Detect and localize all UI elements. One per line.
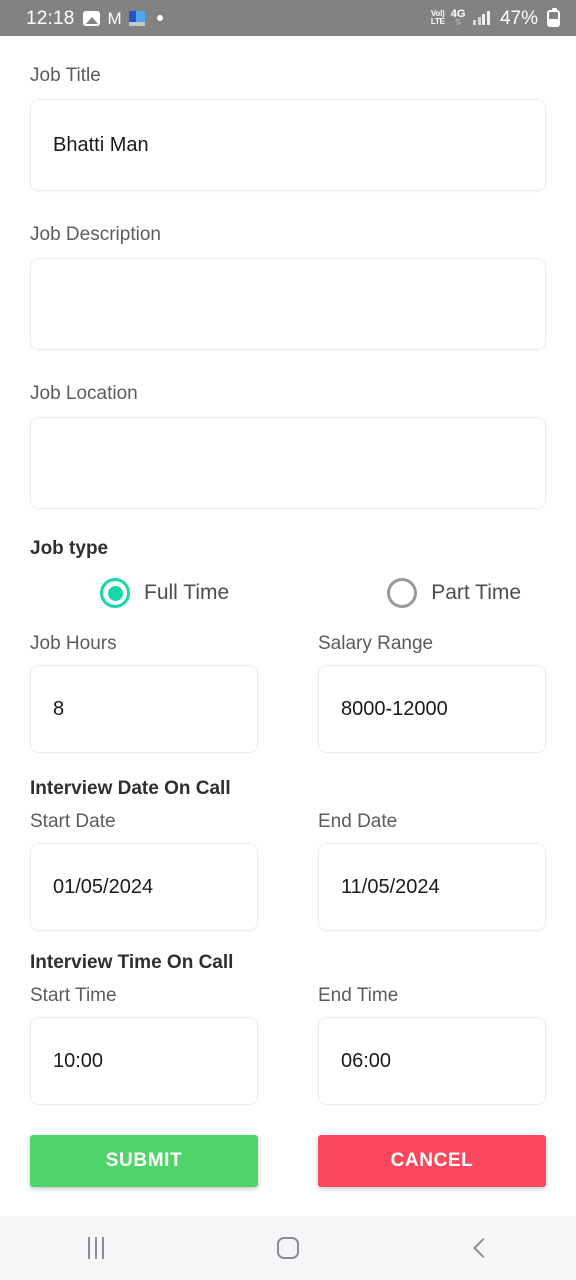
end-time-label: End Time bbox=[318, 985, 399, 1006]
job-type-radio-group: Full Time Part Time bbox=[30, 578, 546, 608]
interview-time-heading: Interview Time On Call bbox=[30, 952, 234, 973]
action-buttons: SUBMIT CANCEL bbox=[30, 1135, 546, 1187]
hours-salary-row: Job Hours 8 Salary Range 8000-12000 bbox=[30, 634, 546, 753]
start-time-input[interactable]: 10:00 bbox=[30, 1017, 258, 1105]
radio-part-time-icon[interactable] bbox=[387, 578, 418, 608]
battery-icon bbox=[547, 7, 560, 27]
job-hours-input[interactable]: 8 bbox=[30, 665, 258, 753]
nav-back-button[interactable] bbox=[384, 1216, 576, 1280]
status-bar-left: 12:18 M bbox=[26, 9, 431, 28]
android-nav-bar bbox=[0, 1216, 576, 1280]
radio-full-time-icon[interactable] bbox=[100, 578, 130, 608]
salary-range-input[interactable]: 8000-12000 bbox=[318, 665, 546, 753]
job-hours-label: Job Hours bbox=[30, 633, 117, 654]
photos-icon bbox=[82, 10, 100, 26]
job-description-label: Job Description bbox=[30, 224, 161, 245]
app-badge-icon bbox=[128, 10, 145, 26]
job-title-group: Job Title Bhatti Man bbox=[30, 66, 546, 191]
interview-date-row: Start Date 01/05/2024 End Date 11/05/202… bbox=[30, 812, 546, 931]
job-hours-group: Job Hours 8 bbox=[30, 634, 258, 753]
interview-date-section: Interview Date On Call Start Date 01/05/… bbox=[30, 779, 546, 931]
end-date-label: End Date bbox=[318, 811, 398, 832]
battery-percent: 47% bbox=[499, 7, 538, 29]
salary-range-group: Salary Range 8000-12000 bbox=[318, 634, 546, 753]
job-location-input[interactable] bbox=[30, 417, 546, 509]
start-date-label: Start Date bbox=[30, 811, 116, 832]
gmail-icon: M bbox=[107, 8, 122, 28]
recents-icon bbox=[88, 1237, 104, 1259]
interview-date-heading: Interview Date On Call bbox=[30, 778, 231, 799]
home-icon bbox=[277, 1237, 299, 1259]
start-time-group: Start Time 10:00 bbox=[30, 986, 258, 1105]
data-arrows-icon: ⇅ bbox=[454, 18, 462, 27]
cancel-button[interactable]: CANCEL bbox=[318, 1135, 546, 1187]
volte-bottom: LTE bbox=[430, 17, 445, 26]
job-location-label: Job Location bbox=[30, 383, 138, 404]
job-title-label: Job Title bbox=[30, 65, 101, 86]
end-date-input[interactable]: 11/05/2024 bbox=[318, 843, 546, 931]
end-date-group: End Date 11/05/2024 bbox=[318, 812, 546, 931]
job-type-group: Job type Full Time Part Time bbox=[30, 539, 546, 608]
form-sheet: Job Title Bhatti Man Job Description Job… bbox=[0, 36, 576, 1216]
job-description-group: Job Description bbox=[30, 225, 546, 350]
job-title-input[interactable]: Bhatti Man bbox=[30, 99, 546, 191]
job-type-label: Job type bbox=[30, 538, 109, 559]
nav-recents-button[interactable] bbox=[0, 1216, 192, 1280]
interview-time-row: Start Time 10:00 End Time 06:00 bbox=[30, 986, 546, 1105]
dot-icon bbox=[156, 15, 163, 21]
radio-option-full-time[interactable]: Full Time bbox=[100, 578, 229, 608]
radio-option-part-time[interactable]: Part Time bbox=[387, 578, 521, 608]
interview-time-section: Interview Time On Call Start Time 10:00 … bbox=[30, 953, 546, 1105]
nav-home-button[interactable] bbox=[192, 1216, 384, 1280]
radio-part-time-label: Part Time bbox=[431, 581, 522, 604]
status-bar: 12:18 M Vol) LTE 4G ⇅ 47% bbox=[0, 0, 576, 36]
signal-bars-icon bbox=[473, 11, 490, 25]
end-time-input[interactable]: 06:00 bbox=[318, 1017, 546, 1105]
start-time-label: Start Time bbox=[30, 985, 117, 1006]
end-time-group: End Time 06:00 bbox=[318, 986, 546, 1105]
salary-range-label: Salary Range bbox=[318, 633, 434, 654]
start-date-group: Start Date 01/05/2024 bbox=[30, 812, 258, 931]
status-bar-right: Vol) LTE 4G ⇅ 47% bbox=[431, 7, 560, 29]
submit-button[interactable]: SUBMIT bbox=[30, 1135, 258, 1187]
status-time: 12:18 bbox=[26, 7, 75, 29]
job-description-input[interactable] bbox=[30, 258, 546, 350]
network-type-icon: 4G ⇅ bbox=[451, 9, 466, 27]
job-location-group: Job Location bbox=[30, 384, 546, 509]
radio-full-time-label: Full Time bbox=[144, 581, 230, 604]
phone-screen: 12:18 M Vol) LTE 4G ⇅ 47% Job Title Bhat… bbox=[0, 0, 576, 1280]
volte-icon: Vol) LTE bbox=[431, 10, 445, 26]
back-icon bbox=[472, 1238, 493, 1258]
start-date-input[interactable]: 01/05/2024 bbox=[30, 843, 258, 931]
